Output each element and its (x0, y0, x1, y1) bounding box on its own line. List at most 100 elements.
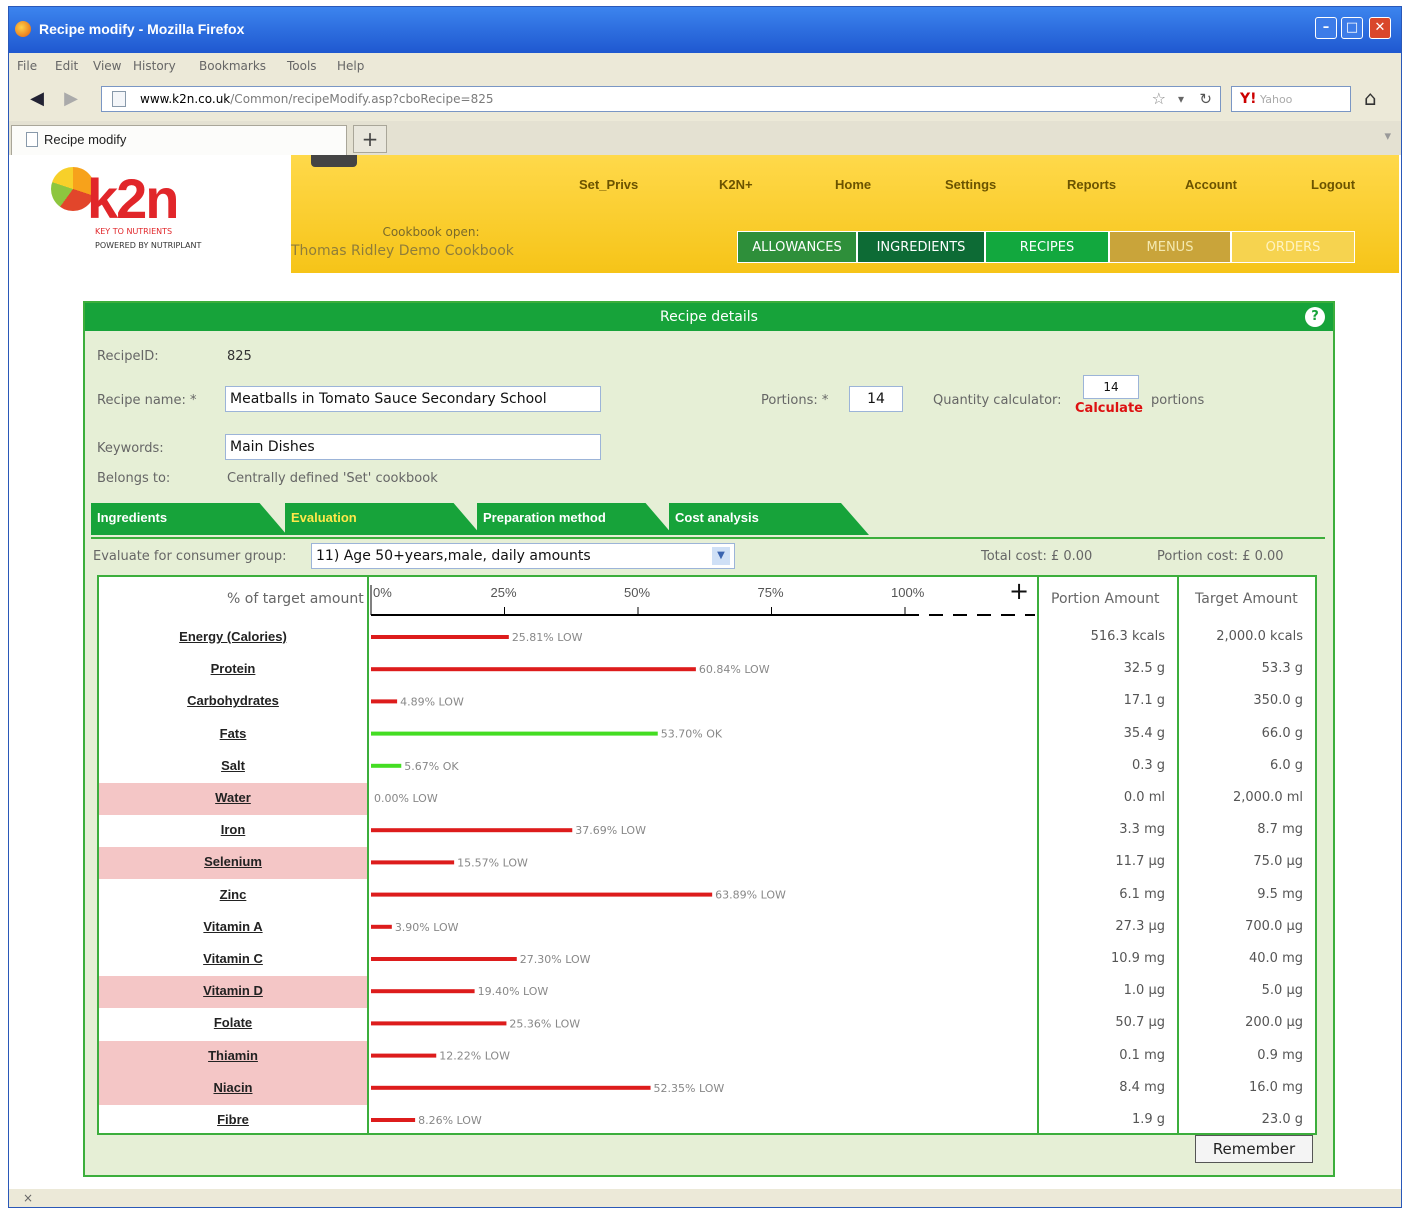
bar-value-label: 15.57% LOW (457, 856, 528, 869)
window-title: Recipe modify - Mozilla Firefox (39, 21, 245, 37)
portion-amount: 11.7 µg (1115, 854, 1165, 870)
subnav-menus[interactable]: MENUS (1109, 231, 1231, 263)
target-amount: 6.0 g (1269, 757, 1303, 773)
nutrient-link[interactable]: Carbohydrates (99, 693, 367, 708)
keywords-input[interactable]: Main Dishes (225, 434, 601, 460)
menu-tools[interactable]: Tools (287, 59, 317, 73)
tab-ingredients[interactable]: Ingredients (91, 503, 287, 535)
nutrient-link[interactable]: Salt (99, 758, 367, 773)
panel-header: Recipe details ? (85, 303, 1333, 331)
portion-amount: 0.3 g (1131, 757, 1165, 773)
evaluation-table: % of target amount Portion Amount Target… (97, 575, 1317, 1135)
axis-plus-icon: + (1009, 577, 1029, 605)
portion-amount: 10.9 mg (1111, 951, 1165, 966)
portion-amount: 516.3 kcals (1090, 629, 1165, 644)
tab-evaluation[interactable]: Evaluation (285, 503, 481, 535)
nutrient-link[interactable]: Vitamin C (99, 951, 367, 966)
recipe-name-input[interactable]: Meatballs in Tomato Sauce Secondary Scho… (225, 386, 601, 412)
reload-icon[interactable]: ↻ (1199, 87, 1212, 111)
tab-preparation-method[interactable]: Preparation method (477, 503, 673, 535)
nav-home[interactable]: Home (835, 177, 871, 192)
menu-help[interactable]: Help (337, 59, 364, 73)
minimize-button[interactable]: – (1315, 17, 1337, 39)
nutrient-link[interactable]: Protein (99, 661, 367, 676)
subnav-orders[interactable]: ORDERS (1231, 231, 1355, 263)
menu-bookmarks[interactable]: Bookmarks (199, 59, 266, 73)
menu-edit[interactable]: Edit (55, 59, 78, 73)
cookbook-label: Cookbook open: (382, 225, 480, 239)
back-icon[interactable]: ◀ (23, 85, 51, 113)
nutrient-link[interactable]: Iron (99, 822, 367, 837)
nutrient-link[interactable]: Vitamin A (99, 919, 367, 934)
tab-list-icon[interactable]: ▾ (1384, 129, 1391, 144)
consumer-group-select[interactable]: 11) Age 50+years,male, daily amounts ▼ (311, 543, 735, 569)
menu-history[interactable]: History (133, 59, 176, 73)
nav-bar: ◀ ▶ www.k2n.co.uk/Common/recipeModify.as… (9, 79, 1401, 121)
tick-label: 25% (491, 585, 517, 600)
nav-account[interactable]: Account (1185, 177, 1237, 192)
nutrient-link[interactable]: Vitamin D (99, 983, 367, 998)
target-amount: 350.0 g (1253, 693, 1303, 709)
bar (371, 667, 696, 672)
target-amount: 0.9 mg (1257, 1047, 1303, 1063)
target-amount: 9.5 mg (1257, 886, 1303, 902)
header-bar: Set_Privs K2N+ Home Settings Reports Acc… (291, 155, 1399, 273)
close-button[interactable]: ✕ (1369, 17, 1391, 39)
portions-label: Portions: * (761, 393, 829, 408)
forward-icon[interactable]: ▶ (57, 85, 85, 113)
subnav-allowances[interactable]: ALLOWANCES (737, 231, 857, 263)
menu-file[interactable]: File (17, 59, 37, 73)
qty-input[interactable]: 14 (1083, 375, 1139, 399)
portion-amount: 50.7 µg (1115, 1015, 1165, 1031)
bar-value-label: 19.40% LOW (478, 985, 549, 998)
maximize-button[interactable]: □ (1341, 17, 1363, 39)
chevron-down-icon[interactable]: ▼ (712, 547, 730, 565)
nav-set-privs[interactable]: Set_Privs (579, 177, 638, 192)
portions-input[interactable]: 14 (849, 386, 903, 412)
home-icon[interactable]: ⌂ (1364, 86, 1377, 110)
nutrient-link[interactable]: Zinc (99, 887, 367, 902)
url-dropdown-icon[interactable]: ▾ (1178, 87, 1184, 111)
star-icon[interactable]: ☆ (1152, 87, 1166, 111)
subnav-ingredients[interactable]: INGREDIENTS (857, 231, 985, 263)
status-close-icon[interactable]: × (23, 1191, 33, 1205)
nutrient-link[interactable]: Thiamin (99, 1048, 367, 1063)
remember-button[interactable]: Remember (1195, 1135, 1313, 1163)
nav-k2n-plus[interactable]: K2N+ (719, 177, 753, 192)
nutrient-link[interactable]: Fibre (99, 1112, 367, 1127)
bar-value-label: 60.84% LOW (699, 663, 770, 676)
total-cost: Total cost: £ 0.00 (981, 549, 1093, 564)
new-tab-button[interactable]: + (353, 125, 387, 153)
nutrient-link[interactable]: Water (99, 790, 367, 805)
help-icon[interactable]: ? (1305, 307, 1325, 327)
logo-area: k2n KEY TO NUTRIENTS POWERED BY NUTRIPLA… (11, 155, 291, 273)
calculate-link[interactable]: Calculate (1075, 401, 1143, 416)
nutrient-link[interactable]: Folate (99, 1015, 367, 1030)
recipe-id-value: 825 (227, 349, 252, 364)
portion-amount: 1.0 µg (1123, 983, 1165, 999)
browser-tab[interactable]: Recipe modify (11, 125, 347, 155)
menu-view[interactable]: View (93, 59, 121, 73)
logo-word: k2n (87, 167, 179, 230)
page-content: k2n KEY TO NUTRIENTS POWERED BY NUTRIPLA… (9, 155, 1401, 1189)
nutrient-link[interactable]: Fats (99, 726, 367, 741)
nav-reports[interactable]: Reports (1067, 177, 1116, 192)
nav-settings[interactable]: Settings (945, 177, 996, 192)
search-placeholder: Yahoo (1260, 93, 1293, 106)
nutrient-link[interactable]: Selenium (99, 854, 367, 869)
nav-logout[interactable]: Logout (1311, 177, 1355, 192)
keywords-label: Keywords: (97, 441, 164, 456)
bar (371, 1021, 507, 1026)
url-bar[interactable]: www.k2n.co.uk/Common/recipeModify.asp?cb… (101, 86, 1221, 112)
url-domain: www.k2n.co.uk (140, 92, 231, 106)
tick-label: 75% (758, 585, 784, 600)
target-amount: 23.0 g (1261, 1112, 1303, 1127)
subnav-recipes[interactable]: RECIPES (985, 231, 1109, 263)
tab-page-icon (26, 132, 38, 147)
portion-amount: 35.4 g (1123, 725, 1165, 741)
nutrient-link[interactable]: Niacin (99, 1080, 367, 1095)
search-box[interactable]: Y! Yahoo (1231, 86, 1351, 112)
tab-cost-analysis[interactable]: Cost analysis (669, 503, 869, 535)
portion-cost: Portion cost: £ 0.00 (1157, 549, 1284, 564)
nutrient-link[interactable]: Energy (Calories) (99, 629, 367, 644)
